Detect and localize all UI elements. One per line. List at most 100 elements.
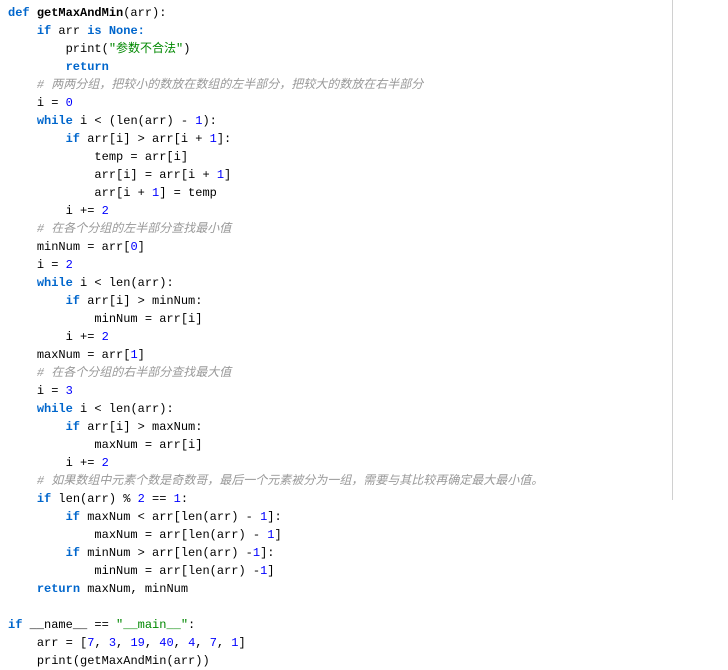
number: 1	[253, 546, 260, 560]
code-text: i =	[37, 96, 66, 110]
builtin-print: print	[66, 42, 102, 56]
number: 0	[66, 96, 73, 110]
code-text: i +=	[66, 204, 102, 218]
code-text: maxNum = arr[i]	[94, 438, 202, 452]
comma: ,	[145, 636, 159, 650]
keyword-if: if	[66, 294, 80, 308]
comment: # 如果数组中元素个数是奇数哥，最后一个元素被分为一组，需要与其比较再确定最大最…	[37, 474, 543, 488]
code-text: minNum = arr[	[94, 564, 188, 578]
comment: # 在各个分组的左半部分查找最小值	[37, 222, 231, 236]
code-text: ]	[239, 636, 246, 650]
comma: ,	[217, 636, 231, 650]
number: 2	[66, 258, 73, 272]
code-text: arr = [	[37, 636, 87, 650]
code-text: arr[i] > minNum:	[80, 294, 202, 308]
comma: ,	[174, 636, 188, 650]
code-text: (arr) %	[80, 492, 138, 506]
comment: # 两两分组，把较小的数放在数组的左半部分，把较大的数放在右半部分	[37, 78, 423, 92]
comment: # 在各个分组的右半部分查找最大值	[37, 366, 231, 380]
code-text: (arr):	[130, 402, 173, 416]
code-text: arr	[51, 24, 87, 38]
keyword-if: if	[8, 618, 22, 632]
code-text: arr[i] > maxNum:	[80, 420, 202, 434]
number: 40	[159, 636, 173, 650]
builtin-print: print	[37, 654, 73, 668]
string-literal: "__main__"	[116, 618, 188, 632]
code-text: minNum = arr[	[37, 240, 131, 254]
code-text: ] = temp	[159, 186, 217, 200]
number: 2	[102, 330, 109, 344]
keyword-return: return	[37, 582, 80, 596]
code-text: arr[i +	[94, 186, 152, 200]
number: 1	[210, 132, 217, 146]
code-text: (arr) -	[210, 564, 260, 578]
code-text: minNum = arr[i]	[94, 312, 202, 326]
params: (arr):	[123, 6, 166, 20]
number: 3	[66, 384, 73, 398]
code-text: i =	[37, 258, 66, 272]
code-text: :	[188, 618, 195, 632]
code-text: (arr):	[130, 276, 173, 290]
function-name: getMaxAndMin	[37, 6, 123, 20]
code-text: (arr) -	[210, 528, 268, 542]
number: 2	[138, 492, 145, 506]
comma: ,	[116, 636, 130, 650]
builtin-len: len	[181, 510, 203, 524]
builtin-len: len	[181, 546, 203, 560]
number: 0	[130, 240, 137, 254]
code-text: (arr) -	[202, 510, 260, 524]
keyword-if: if	[66, 546, 80, 560]
paren: (	[102, 42, 109, 56]
builtin-len: len	[109, 402, 131, 416]
number: 2	[102, 204, 109, 218]
code-text: ]	[138, 240, 145, 254]
keyword-if: if	[37, 24, 51, 38]
keyword-if: if	[66, 132, 80, 146]
code-text: temp = arr[i]	[94, 150, 188, 164]
string-literal: "参数不合法"	[109, 42, 183, 56]
number: 1	[260, 564, 267, 578]
code-text: ):	[202, 114, 216, 128]
keyword-none: None:	[102, 24, 145, 38]
code-text: arr[i] > arr[i +	[80, 132, 210, 146]
code-text: maxNum = arr[	[37, 348, 131, 362]
code-text: maxNum, minNum	[80, 582, 188, 596]
code-text: __name__ ==	[22, 618, 116, 632]
code-text: maxNum = arr[	[94, 528, 188, 542]
number: 19	[130, 636, 144, 650]
keyword-return: return	[66, 60, 109, 74]
keyword-if: if	[37, 492, 51, 506]
keyword-is: is	[87, 24, 101, 38]
keyword-if: if	[66, 510, 80, 524]
builtin-len: len	[109, 276, 131, 290]
number: 1	[231, 636, 238, 650]
code-text: ]:	[217, 132, 231, 146]
number: 2	[102, 456, 109, 470]
builtin-len: len	[188, 564, 210, 578]
comma: ,	[195, 636, 209, 650]
code-text: i <	[73, 402, 109, 416]
keyword-def: def	[8, 6, 30, 20]
code-text: ]	[274, 528, 281, 542]
code-text: i < (	[73, 114, 116, 128]
code-text: ]	[267, 564, 274, 578]
number: 7	[87, 636, 94, 650]
code-text: (getMaxAndMin(arr))	[73, 654, 210, 668]
paren: )	[183, 42, 190, 56]
number: 1	[260, 510, 267, 524]
number: 1	[217, 168, 224, 182]
number: 1	[174, 492, 181, 506]
code-text: i <	[73, 276, 109, 290]
builtin-len: len	[58, 492, 80, 506]
comma: ,	[94, 636, 108, 650]
code-text: maxNum < arr[	[80, 510, 181, 524]
number: 1	[130, 348, 137, 362]
code-text: ==	[145, 492, 174, 506]
code-text: arr[i] = arr[i +	[94, 168, 216, 182]
code-text: i +=	[66, 456, 102, 470]
code-text: ]	[138, 348, 145, 362]
code-text: ]	[224, 168, 231, 182]
keyword-while: while	[37, 276, 73, 290]
code-text: i +=	[66, 330, 102, 344]
number: 7	[210, 636, 217, 650]
